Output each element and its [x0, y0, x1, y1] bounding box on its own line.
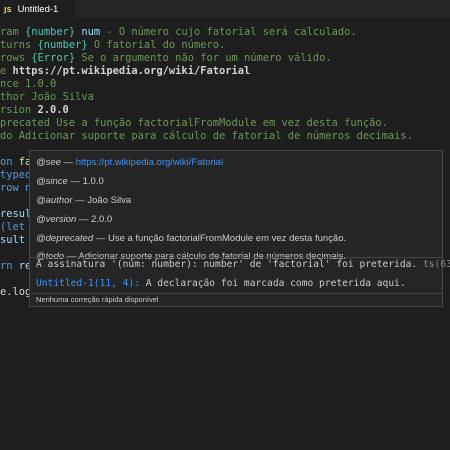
wikipedia-link[interactable]: https://pt.wikipedia.org/wiki/Fatorial [76, 157, 223, 168]
see-link[interactable]: https://pt.wikipedia.org/wiki/Fatorial [13, 65, 251, 77]
code-line-since: nce 1.0.0 [0, 78, 57, 90]
tab-label: Untitled-1 [17, 4, 59, 15]
code-line-see: e https://pt.wikipedia.org/wiki/Fatorial [0, 65, 251, 77]
diagnostic-message: A assinatura '(num: number): number' de … [36, 259, 450, 270]
jsdoc-see: @see — https://pt.wikipedia.org/wiki/Fat… [36, 157, 224, 168]
jsdoc-since: @since — 1.0.0 [36, 176, 104, 187]
tab-bar: JS Untitled-1 [0, 0, 450, 18]
code-line-version: rsion 2.0.0 [0, 104, 69, 116]
code-line-param: ram {number} num - O número cujo fatoria… [0, 26, 357, 38]
quick-fix-status: Nenhuma correção rápida disponível [30, 294, 442, 306]
code-editor[interactable]: ram {number} num - O número cujo fatoria… [0, 22, 450, 450]
jsdoc-version: @version — 2.0.0 [36, 214, 113, 225]
code-line-deprecated: precated Use a função factorialFromModul… [0, 117, 388, 129]
diagnostic-code: ts(6387) [422, 259, 450, 270]
code-line-throws: rows {Error} Se o argumento não for um n… [0, 52, 332, 64]
code-line-todo: do Adicionar suporte para cálculo de fat… [0, 130, 413, 142]
code-line-returns: turns {number} O fatorial do número. [0, 39, 226, 51]
related-information: Untitled-1(11, 4): A declaração foi marc… [36, 278, 406, 289]
jsdoc-author: @author — João Silva [36, 195, 132, 206]
hover-divider [30, 257, 442, 258]
hover-tooltip: @see — https://pt.wikipedia.org/wiki/Fat… [29, 150, 450, 307]
javascript-file-icon: JS [4, 5, 12, 14]
code-line-author: thor João Silva [0, 91, 94, 103]
related-location-link[interactable]: Untitled-1(11, 4): [36, 278, 140, 289]
jsdoc-deprecated: @deprecated — Use a função factorialFrom… [36, 233, 347, 244]
tab-untitled-1[interactable]: JS Untitled-1 [0, 0, 75, 18]
